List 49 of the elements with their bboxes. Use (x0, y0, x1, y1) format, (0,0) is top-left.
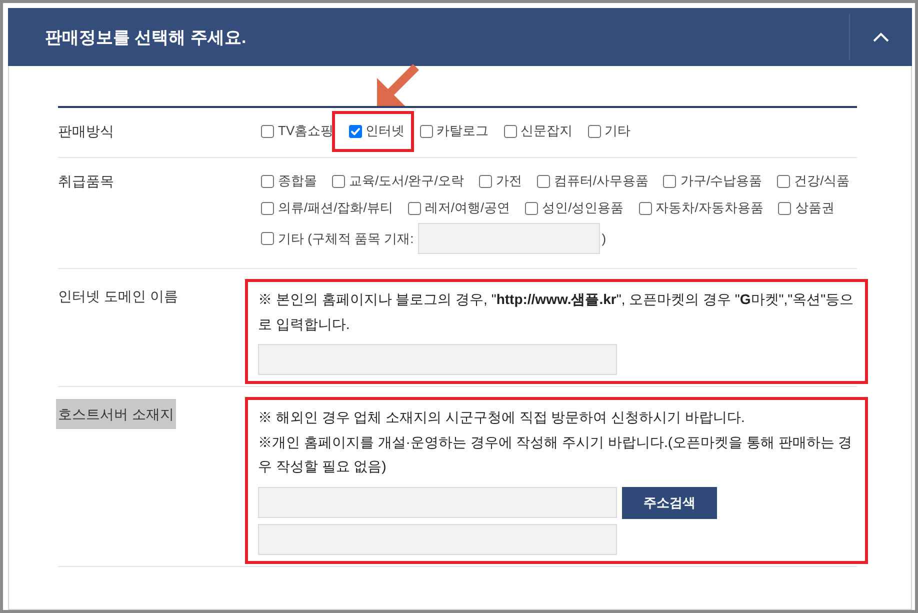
chevron-up-icon[interactable] (873, 32, 889, 42)
checkbox[interactable] (504, 124, 517, 138)
checkbox[interactable] (261, 202, 274, 214)
checkbox-label[interactable]: 성인/성인용품 (542, 196, 624, 220)
checkbox[interactable] (261, 232, 274, 245)
checkbox-label[interactable]: 의류/패션/잡화/뷰티 (278, 196, 393, 220)
field-label: 판매방식 (57, 122, 115, 141)
checkbox[interactable] (777, 174, 790, 188)
checkbox-label[interactable]: 가전 (496, 169, 522, 193)
checkbox[interactable] (663, 174, 676, 188)
text-field[interactable] (258, 344, 617, 375)
checkbox[interactable] (261, 174, 274, 188)
field-label: 호스트서버 소재지 (56, 399, 176, 429)
text-field[interactable] (258, 524, 617, 554)
checkbox-label[interactable]: TV홈쇼핑 (278, 119, 334, 143)
checkbox-label[interactable]: 신문잡지 (520, 119, 573, 143)
checkbox-label[interactable]: 기타 (구체적 품목 기재: (278, 226, 414, 250)
checkbox-label[interactable]: 카탈로그 (436, 119, 489, 143)
checkbox-label[interactable]: 인터넷 (366, 119, 405, 143)
checkbox-label[interactable]: 건강/식품 (794, 169, 850, 193)
field-label: 인터넷 도메인 이름 (57, 287, 179, 306)
address-search-button[interactable]: 주소검색 (622, 486, 717, 518)
checkbox-label[interactable]: 레저/여행/공연 (424, 196, 510, 220)
checkbox[interactable] (588, 124, 601, 138)
text-field[interactable] (418, 223, 600, 254)
checkbox[interactable] (778, 202, 792, 214)
checkbox-label[interactable]: 컴퓨터/사무용품 (554, 169, 648, 193)
checkbox-label[interactable]: 기타 (604, 119, 631, 143)
parenthesis-text: ) (602, 230, 606, 248)
checkbox-label[interactable]: 자동차/자동차용품 (656, 196, 764, 220)
checkbox[interactable] (536, 174, 550, 188)
note-text: ※개인 홈페이지를 개설·운영하는 경우에 작성해 주시기 바랍니다.(오픈마켓을 통해 판매하는 경우 작성할 필요 없음) (258, 432, 854, 476)
checkbox[interactable] (638, 202, 652, 214)
checkbox[interactable] (261, 124, 274, 138)
checkbox-label[interactable]: 상품권 (795, 196, 834, 220)
note-text: ※ 본인의 홈페이지나 블로그의 경우, "http://www.샘플.kr", 오픈마켓의 경우 "G마켓","옥션"등으로 입력합니다. (258, 290, 855, 334)
checkbox[interactable] (332, 174, 345, 188)
note-text: ※ 해외인 경우 업체 소재지의 시군구청에 직접 방문하여 신청하시기 바랍니다. (258, 408, 746, 427)
panel-title: 판매정보를 선택해 주세요. (45, 26, 248, 48)
checkbox-label[interactable]: 가구/수납용품 (680, 169, 762, 193)
field-label: 취급품목 (57, 172, 115, 191)
checkbox[interactable] (348, 124, 362, 138)
checkbox[interactable] (525, 202, 538, 214)
checkbox-label[interactable]: 종합몰 (278, 169, 317, 193)
checkbox[interactable] (408, 202, 421, 214)
text-field[interactable] (258, 487, 617, 518)
checkbox[interactable] (478, 174, 492, 188)
checkbox-label[interactable]: 교육/도서/완구/오락 (349, 169, 464, 193)
checkbox[interactable] (420, 124, 433, 138)
